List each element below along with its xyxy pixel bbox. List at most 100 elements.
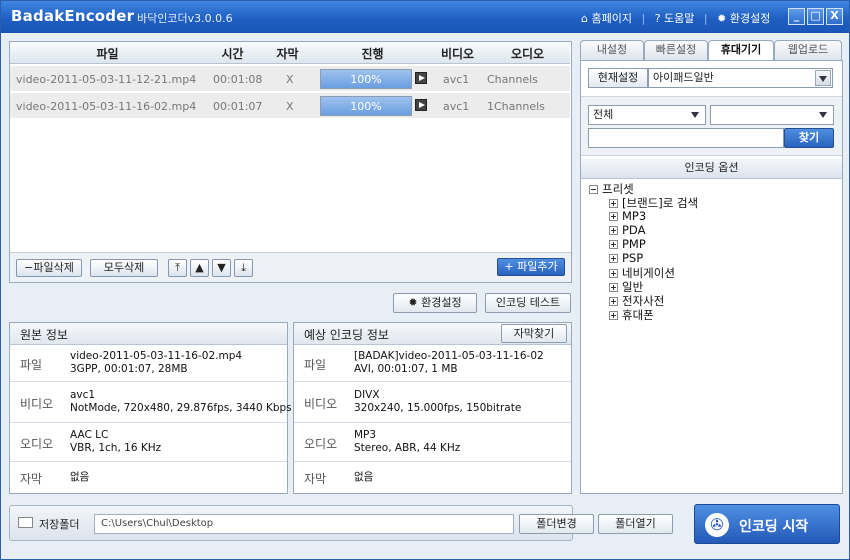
add-file-button[interactable]: + 파일추가 — [497, 258, 565, 276]
tab-quick-settings[interactable]: 빠른설정 — [644, 40, 708, 60]
progress-bar: 100% — [320, 69, 412, 89]
tree-item-label: 휴대폰 — [622, 308, 654, 322]
header-subtitle[interactable]: 자막 — [260, 45, 315, 62]
delete-all-button[interactable]: 모두삭제 — [90, 259, 158, 277]
play-icon[interactable] — [415, 72, 427, 84]
info-label: 자막 — [20, 472, 43, 486]
header-time[interactable]: 시간 — [205, 45, 260, 62]
folder-icon — [18, 517, 33, 528]
info-row-audio: 오디오 AAC LC VBR, 1ch, 16 KHz — [10, 424, 287, 462]
tree-item-label: 전자사전 — [622, 294, 665, 308]
expected-info-header: 예상 인코딩 정보 자막찾기 — [294, 323, 571, 345]
tab-web-upload[interactable]: 웹업로드 — [774, 40, 842, 60]
info-value: 없음 — [354, 471, 374, 483]
title-links: ⌂ 홈페이지 | ? 도움말 | ✹ 환경설정 — [581, 10, 770, 26]
search-input[interactable] — [588, 128, 784, 148]
encode-settings-button[interactable]: ✹ 환경설정 — [393, 293, 477, 313]
link-divider: | — [641, 12, 646, 25]
tree-root-label: 프리셋 — [602, 182, 634, 196]
info-value: DIVX — [354, 389, 380, 401]
tab-my-settings[interactable]: 내설정 — [580, 40, 644, 60]
info-label: 오디오 — [20, 437, 54, 451]
close-button[interactable]: X — [826, 8, 843, 25]
maximize-button[interactable]: □ — [807, 8, 824, 25]
move-bottom-icon[interactable]: ⤓ — [234, 259, 253, 277]
expand-icon[interactable] — [609, 297, 618, 306]
tree-item[interactable]: PDA — [609, 223, 645, 237]
info-label: 오디오 — [304, 437, 338, 451]
expand-icon[interactable] — [609, 240, 618, 249]
tab-mobile-devices[interactable]: 휴대기기 — [708, 40, 774, 61]
cell-subtitle: X — [286, 100, 294, 113]
cell-file: video-2011-05-03-11-12-21.mp4 — [16, 73, 197, 86]
header-video[interactable]: 비디오 — [430, 45, 485, 62]
minimize-button[interactable]: _ — [788, 8, 805, 25]
info-value: AAC LC — [70, 429, 109, 441]
app-name: BadakEncoder — [11, 7, 135, 25]
preset-panel: 현재설정 아이패드일반 전체 찾기 인코딩 옵션 프리셋 [브랜드]로 검색 M… — [580, 60, 843, 494]
expand-icon[interactable] — [609, 199, 618, 208]
tree-item[interactable]: 휴대폰 — [609, 307, 654, 323]
tree-item[interactable]: MP3 — [609, 209, 646, 223]
current-setting-value: 아이패드일반 — [653, 71, 714, 84]
chevron-down-icon — [815, 70, 831, 86]
info-label: 비디오 — [20, 397, 54, 411]
move-down-icon[interactable]: ▼ — [212, 259, 231, 277]
progress-text: 100% — [350, 100, 382, 113]
info-value: NotMode, 720x480, 29.876fps, 3440 Kbps — [70, 402, 292, 414]
save-path-field[interactable]: C:\Users\Chul\Desktop — [94, 514, 514, 534]
info-value: avc1 — [70, 389, 96, 401]
header-progress[interactable]: 진행 — [315, 45, 430, 62]
find-subtitle-button[interactable]: 자막찾기 — [501, 324, 567, 343]
info-value: 없음 — [70, 471, 90, 483]
progress-bar: 100% — [320, 96, 412, 116]
filter-select-1-value: 전체 — [593, 108, 614, 121]
filter-select-1[interactable]: 전체 — [588, 105, 706, 125]
tree-item-label: PDA — [622, 223, 646, 237]
filter-select-2[interactable] — [710, 105, 834, 125]
info-label: 비디오 — [304, 397, 338, 411]
current-setting-select[interactable]: 아이패드일반 — [648, 68, 833, 88]
expand-icon[interactable] — [609, 283, 618, 292]
source-info-title: 원본 정보 — [20, 328, 68, 342]
search-button[interactable]: 찾기 — [784, 128, 834, 148]
collapse-icon[interactable] — [589, 185, 598, 194]
table-row[interactable]: video-2011-05-03-11-16-02.mp4 00:01:07 X… — [10, 93, 570, 119]
play-icon[interactable] — [415, 99, 427, 111]
info-label: 파일 — [304, 358, 327, 372]
expand-icon[interactable] — [609, 226, 618, 235]
save-folder-label: 저장폴더 — [39, 518, 80, 531]
delete-file-button[interactable]: −파일삭제 — [16, 259, 82, 277]
encoding-test-button[interactable]: 인코딩 테스트 — [485, 293, 571, 313]
header-file[interactable]: 파일 — [10, 45, 205, 62]
start-encoding-button[interactable]: ✇ 인코딩 시작 — [694, 504, 840, 544]
encode-settings-label: 환경설정 — [421, 296, 462, 309]
expected-info-panel: 예상 인코딩 정보 자막찾기 파일 [BADAK]video-2011-05-0… — [293, 322, 572, 494]
cell-subtitle: X — [286, 73, 294, 86]
expand-icon[interactable] — [609, 269, 618, 278]
move-up-icon[interactable]: ▲ — [190, 259, 209, 277]
header-audio[interactable]: 오디오 — [485, 45, 570, 62]
info-row-audio: 오디오 MP3 Stereo, ABR, 44 KHz — [294, 424, 571, 462]
help-link[interactable]: 도움말 — [664, 10, 694, 26]
expand-icon[interactable] — [609, 311, 618, 320]
link-divider: | — [703, 12, 708, 25]
expand-icon[interactable] — [609, 212, 618, 221]
tree-item[interactable]: PSP — [609, 251, 643, 265]
expand-icon[interactable] — [609, 254, 618, 263]
open-folder-button[interactable]: 폴더열기 — [598, 514, 673, 534]
cell-audio: Channels — [487, 73, 538, 86]
expected-info-title: 예상 인코딩 정보 — [304, 328, 389, 342]
change-folder-button[interactable]: 폴더변경 — [519, 514, 594, 534]
app-subtitle: 바닥인코더v3.0.0.6 — [137, 12, 233, 25]
preset-tabs: 내설정 빠른설정 휴대기기 웹업로드 — [580, 40, 844, 61]
info-row-file: 파일 video-2011-05-03-11-16-02.mp4 3GPP, 0… — [10, 346, 287, 382]
info-row-video: 비디오 avc1 NotMode, 720x480, 29.876fps, 34… — [10, 383, 292, 423]
move-top-icon[interactable]: ⤒ — [168, 259, 187, 277]
homepage-link[interactable]: 홈페이지 — [591, 10, 631, 26]
progress-text: 100% — [350, 73, 382, 86]
info-row-file: 파일 [BADAK]video-2011-05-03-11-16-02 AVI,… — [294, 346, 571, 382]
settings-link[interactable]: 환경설정 — [730, 10, 770, 26]
table-row[interactable]: video-2011-05-03-11-12-21.mp4 00:01:08 X… — [10, 66, 570, 92]
tree-item[interactable]: PMP — [609, 237, 646, 251]
